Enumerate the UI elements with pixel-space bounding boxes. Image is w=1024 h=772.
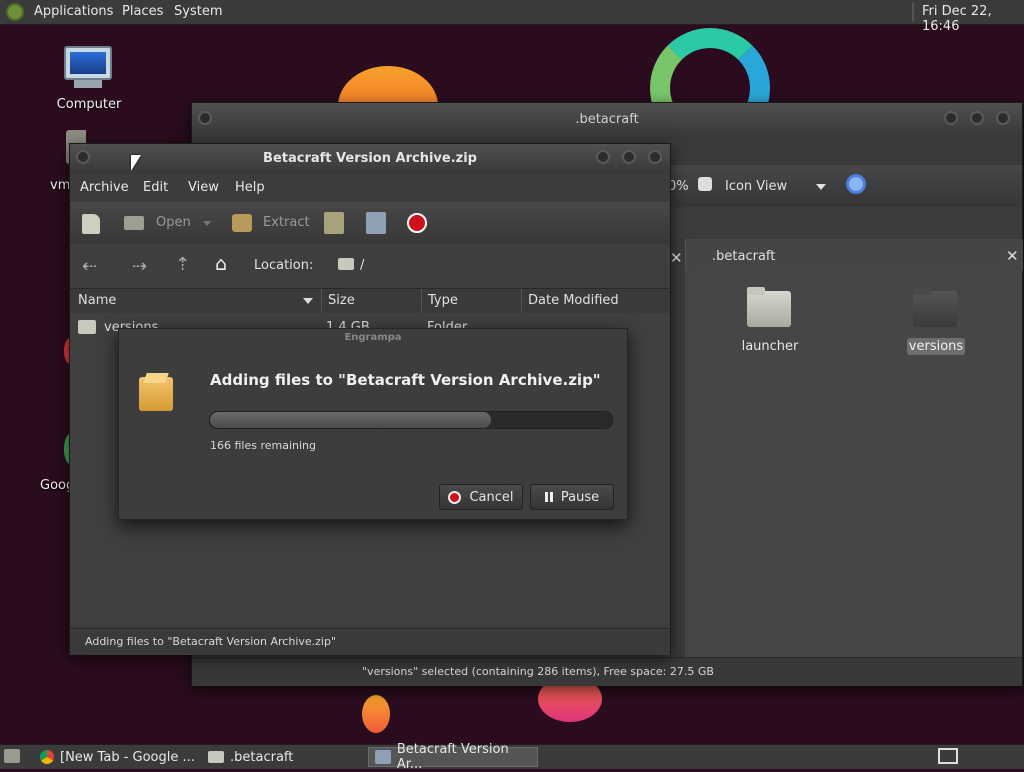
maximize-button[interactable]	[970, 111, 984, 125]
up-arrow-icon[interactable]: ⇡	[175, 254, 190, 275]
zoom-level: 0%	[668, 179, 689, 194]
open-icon[interactable]	[124, 216, 144, 230]
archive-titlebar[interactable]: Betacraft Version Archive.zip	[70, 144, 670, 174]
column-name[interactable]: Name	[70, 289, 322, 313]
file-list-header: Name Size Type Date Modified	[70, 289, 670, 314]
desktop-icon-label: vm	[50, 178, 71, 193]
folder-icon	[747, 291, 791, 327]
column-date-modified[interactable]: Date Modified	[522, 289, 670, 313]
location-label: Location:	[254, 258, 314, 273]
archive-locationbar: ⇠ ⇢ ⇡ ⌂ Location: /	[70, 244, 670, 289]
cancel-label: Cancel	[469, 489, 514, 505]
view-mode-select[interactable]: Icon View	[725, 179, 787, 194]
task-label: [New Tab - Google ...	[60, 749, 195, 765]
panel-separator	[912, 3, 914, 21]
back-arrow-icon[interactable]: ⇠	[82, 256, 97, 277]
minimize-button[interactable]	[944, 111, 958, 125]
mate-logo-icon[interactable]	[6, 3, 24, 21]
window-title: Betacraft Version Archive.zip	[263, 151, 477, 166]
open-button[interactable]: Open	[156, 215, 191, 230]
package-icon	[139, 373, 173, 411]
progress-bar	[209, 411, 613, 429]
forward-arrow-icon[interactable]: ⇢	[132, 256, 147, 277]
desktop-icon-label-google[interactable]: Goog	[40, 478, 74, 493]
mouse-pointer-icon	[131, 155, 141, 171]
file-manager-statusbar: "versions" selected (containing 286 item…	[192, 657, 1022, 686]
status-text: Adding files to "Betacraft Version Archi…	[85, 635, 337, 648]
stop-icon	[448, 490, 462, 504]
chevron-down-icon[interactable]	[816, 184, 826, 190]
dialog-heading: Adding files to "Betacraft Version Archi…	[210, 371, 601, 389]
window-menu-button[interactable]	[198, 111, 212, 125]
column-type[interactable]: Type	[422, 289, 522, 313]
menu-view[interactable]: View	[188, 180, 219, 195]
new-archive-icon[interactable]	[82, 214, 100, 234]
add-files-icon[interactable]	[324, 212, 344, 234]
folder-icon	[208, 751, 224, 763]
archive-icon	[375, 750, 391, 764]
search-icon[interactable]	[846, 174, 866, 194]
menu-places[interactable]: Places	[122, 4, 163, 19]
add-folder-icon[interactable]	[366, 212, 386, 234]
workspace-switcher-icon[interactable]	[938, 748, 958, 764]
menu-system[interactable]: System	[174, 4, 222, 19]
progress-dialog: Engrampa Adding files to "Betacraft Vers…	[118, 328, 628, 520]
minimize-button[interactable]	[596, 150, 610, 164]
taskbar-item-chrome[interactable]: [New Tab - Google ...	[34, 747, 198, 767]
location-path[interactable]: /	[360, 258, 364, 273]
cancel-button[interactable]: Cancel	[439, 484, 523, 510]
pause-label: Pause	[560, 489, 600, 505]
menu-edit[interactable]: Edit	[143, 180, 168, 195]
close-button[interactable]	[996, 111, 1010, 125]
close-button[interactable]	[648, 150, 662, 164]
desktop-icon-computer[interactable]: Computer	[44, 44, 134, 116]
sort-indicator-icon	[303, 298, 313, 304]
extract-icon[interactable]	[232, 214, 252, 232]
progress-bar-fill	[210, 412, 492, 428]
pause-icon	[544, 492, 553, 502]
maximize-button[interactable]	[622, 150, 636, 164]
menu-archive[interactable]: Archive	[80, 180, 129, 195]
dialog-title: Engrampa	[344, 332, 402, 343]
column-size[interactable]: Size	[322, 289, 422, 313]
folder-item-versions[interactable]: versions	[891, 287, 981, 367]
show-desktop-icon[interactable]	[4, 749, 20, 763]
wallpaper-small-orange-blob	[362, 695, 390, 733]
archive-toolbar: Open Extract	[70, 202, 670, 245]
archive-menubar: Archive Edit View Help	[70, 174, 670, 202]
pause-button[interactable]: Pause	[530, 484, 614, 510]
clock[interactable]: Fri Dec 22, 16:46	[922, 4, 1024, 34]
icon-view-pane: launcher versions	[685, 271, 1022, 657]
task-label: .betacraft	[230, 749, 294, 765]
folder-label: versions	[907, 338, 965, 355]
chrome-icon	[40, 750, 54, 764]
taskbar-item-betacraft[interactable]: .betacraft	[202, 747, 362, 767]
tab-close-icon-left[interactable]: ✕	[670, 249, 683, 267]
home-icon[interactable]: ⌂	[215, 253, 227, 275]
folder-icon	[913, 291, 957, 327]
archive-statusbar: Adding files to "Betacraft Version Archi…	[70, 628, 670, 655]
menu-help[interactable]: Help	[235, 180, 265, 195]
zoom-reset-icon[interactable]	[698, 177, 712, 191]
tab-betacraft[interactable]: .betacraft ✕	[685, 239, 1023, 271]
window-title: .betacraft	[575, 112, 639, 127]
folder-item-launcher[interactable]: launcher	[725, 287, 815, 367]
folder-icon	[338, 258, 354, 270]
chevron-down-icon[interactable]	[203, 221, 211, 226]
desktop-icon-label: Computer	[56, 97, 122, 112]
extract-button[interactable]: Extract	[263, 215, 310, 230]
top-panel: Applications Places System Fri Dec 22, 1…	[0, 0, 1024, 34]
folder-icon	[78, 320, 96, 334]
window-menu-button[interactable]	[76, 150, 90, 164]
file-manager-titlebar[interactable]: .betacraft	[192, 103, 1022, 137]
stop-icon[interactable]	[407, 213, 427, 233]
files-remaining: 166 files remaining	[210, 439, 317, 452]
status-text: "versions" selected (containing 286 item…	[362, 665, 714, 678]
tab-close-icon[interactable]: ✕	[1006, 247, 1019, 265]
computer-icon	[64, 46, 112, 80]
folder-label: launcher	[741, 339, 799, 354]
taskbar-item-archive[interactable]: Betacraft Version Ar...	[368, 742, 538, 772]
tab-label: .betacraft	[712, 249, 776, 264]
menu-applications[interactable]: Applications	[34, 4, 113, 19]
